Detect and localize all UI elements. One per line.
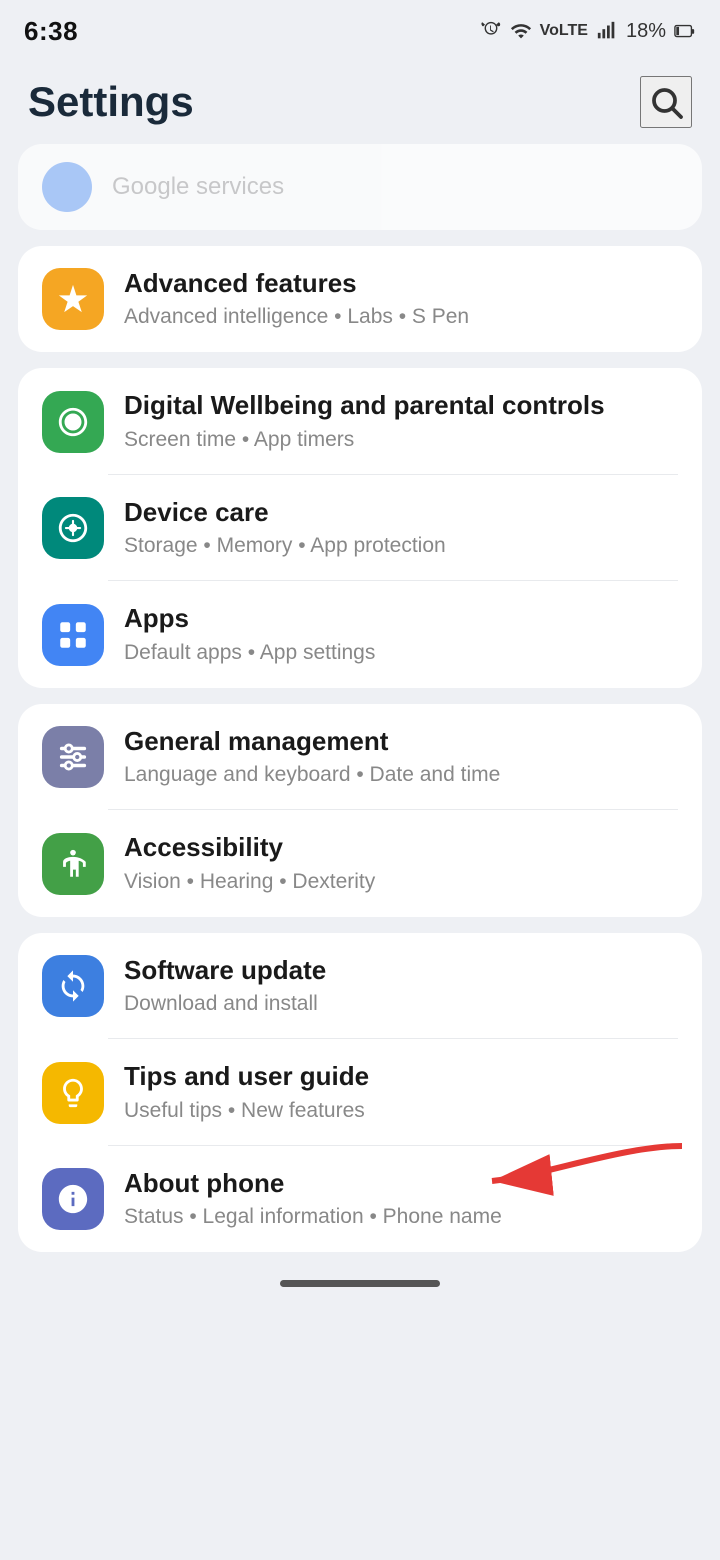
home-indicator xyxy=(0,1260,720,1299)
advanced-features-title: Advanced features xyxy=(124,268,678,299)
apps-icon xyxy=(42,604,104,666)
device-care-item[interactable]: Device care Storage • Memory • App prote… xyxy=(18,475,702,581)
apps-text: Apps Default apps • App settings xyxy=(124,603,678,665)
device-care-subtitle: Storage • Memory • App protection xyxy=(124,532,678,559)
support-card: Software update Download and install Tip… xyxy=(18,933,702,1252)
software-update-text: Software update Download and install xyxy=(124,955,678,1017)
battery-percentage: 18% xyxy=(626,20,666,43)
accessibility-icon xyxy=(42,833,104,895)
accessibility-item[interactable]: Accessibility Vision • Hearing • Dexteri… xyxy=(18,810,702,916)
device-care-text: Device care Storage • Memory • App prote… xyxy=(124,497,678,559)
alarm-icon xyxy=(480,20,502,42)
accessibility-title: Accessibility xyxy=(124,832,678,863)
digital-wellbeing-subtitle: Screen time • App timers xyxy=(124,426,678,453)
device-care-title: Device care xyxy=(124,497,678,528)
tips-guide-text: Tips and user guide Useful tips • New fe… xyxy=(124,1061,678,1123)
general-management-title: General management xyxy=(124,726,678,757)
apps-title: Apps xyxy=(124,603,678,634)
wellbeing-svg xyxy=(56,405,90,439)
apps-item[interactable]: Apps Default apps • App settings xyxy=(18,581,702,687)
advanced-features-subtitle: Advanced intelligence • Labs • S Pen xyxy=(124,303,678,330)
home-bar xyxy=(280,1280,440,1287)
apps-subtitle: Default apps • App settings xyxy=(124,639,678,666)
google-services-card: Google services xyxy=(18,144,702,230)
page-header: Settings xyxy=(0,56,720,144)
about-phone-title: About phone xyxy=(124,1168,678,1199)
status-bar: 6:38 VoLTE 18% xyxy=(0,0,720,56)
digital-wellbeing-text: Digital Wellbeing and parental controls … xyxy=(124,390,678,452)
apps-grid-svg xyxy=(56,618,90,652)
signal-icon xyxy=(596,20,618,42)
accessibility-subtitle: Vision • Hearing • Dexterity xyxy=(124,868,678,895)
digital-wellbeing-icon xyxy=(42,391,104,453)
software-update-subtitle: Download and install xyxy=(124,990,678,1017)
about-phone-subtitle: Status • Legal information • Phone name xyxy=(124,1203,678,1230)
digital-wellbeing-title: Digital Wellbeing and parental controls xyxy=(124,390,678,421)
tips-guide-subtitle: Useful tips • New features xyxy=(124,1097,678,1124)
general-management-icon xyxy=(42,726,104,788)
advanced-features-text: Advanced features Advanced intelligence … xyxy=(124,268,678,330)
sliders-svg xyxy=(56,740,90,774)
star-cog-icon xyxy=(56,282,90,316)
status-icons-group: VoLTE 18% xyxy=(480,20,696,43)
advanced-features-icon xyxy=(42,268,104,330)
status-time: 6:38 xyxy=(24,16,78,47)
lightbulb-svg xyxy=(56,1076,90,1110)
advanced-features-card: Advanced features Advanced intelligence … xyxy=(18,246,702,352)
tips-guide-icon xyxy=(42,1062,104,1124)
search-button[interactable] xyxy=(640,76,692,128)
management-card: General management Language and keyboard… xyxy=(18,704,702,917)
google-services-item: Google services xyxy=(18,144,702,230)
general-management-item[interactable]: General management Language and keyboard… xyxy=(18,704,702,810)
software-update-icon xyxy=(42,955,104,1017)
page-title: Settings xyxy=(28,78,194,126)
general-management-text: General management Language and keyboard… xyxy=(124,726,678,788)
software-update-title: Software update xyxy=(124,955,678,986)
search-icon xyxy=(648,84,684,120)
tips-guide-item[interactable]: Tips and user guide Useful tips • New fe… xyxy=(18,1039,702,1145)
wifi-icon xyxy=(510,20,532,42)
info-svg xyxy=(56,1182,90,1216)
settings-content: Google services Advanced features Advanc… xyxy=(0,144,720,1252)
accessibility-text: Accessibility Vision • Hearing • Dexteri… xyxy=(124,832,678,894)
battery-icon xyxy=(674,20,696,42)
volte-icon: VoLTE xyxy=(540,22,588,40)
wellbeing-group-card: Digital Wellbeing and parental controls … xyxy=(18,368,702,687)
advanced-features-item[interactable]: Advanced features Advanced intelligence … xyxy=(18,246,702,352)
about-phone-icon xyxy=(42,1168,104,1230)
software-update-item[interactable]: Software update Download and install xyxy=(18,933,702,1039)
google-services-label: Google services xyxy=(112,173,284,201)
update-svg xyxy=(56,969,90,1003)
about-phone-item[interactable]: About phone Status • Legal information •… xyxy=(18,1146,702,1252)
tips-guide-title: Tips and user guide xyxy=(124,1061,678,1092)
general-management-subtitle: Language and keyboard • Date and time xyxy=(124,761,678,788)
digital-wellbeing-item[interactable]: Digital Wellbeing and parental controls … xyxy=(18,368,702,474)
device-care-svg xyxy=(56,511,90,545)
accessibility-svg xyxy=(56,847,90,881)
about-phone-text: About phone Status • Legal information •… xyxy=(124,1168,678,1230)
device-care-icon xyxy=(42,497,104,559)
google-icon xyxy=(42,162,92,212)
